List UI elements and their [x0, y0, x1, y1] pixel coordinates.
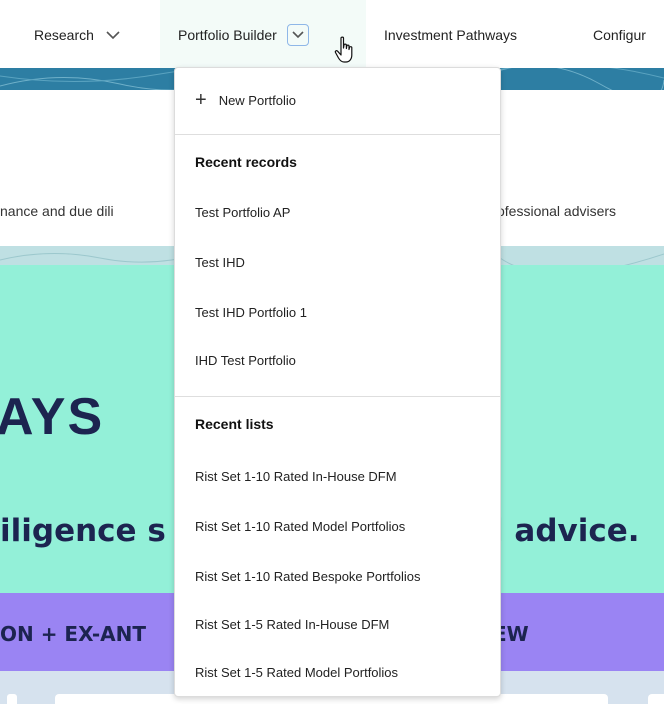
new-portfolio-label: New Portfolio: [218, 92, 296, 108]
recent-record-item[interactable]: Test IHD Portfolio 1: [175, 290, 500, 334]
hero-title: AYS: [0, 388, 105, 446]
menu-divider: [175, 134, 500, 135]
recent-list-item[interactable]: Rist Set 1-5 Rated Model Portfolios: [175, 650, 500, 694]
chevron-down-icon[interactable]: [286, 24, 309, 46]
recent-list-item[interactable]: Rist Set 1-10 Rated In-House DFM: [175, 454, 500, 498]
chevron-down-icon[interactable]: [106, 27, 120, 43]
portfolio-builder-dropdown: + New Portfolio Recent records Test Port…: [174, 67, 501, 697]
hand-pointer-cursor-icon: [334, 36, 356, 69]
intro-text-left: nance and due dili: [0, 203, 114, 219]
nav-investment-pathways-label: Investment Pathways: [384, 27, 518, 43]
recent-records-heading: Recent records: [195, 154, 297, 170]
recent-lists-heading: Recent lists: [195, 416, 274, 432]
nav-research-label: Research: [34, 27, 94, 43]
plus-icon: +: [195, 89, 207, 111]
new-portfolio-menu-item[interactable]: + New Portfolio: [175, 80, 500, 120]
menu-divider: [175, 396, 500, 397]
nav-research[interactable]: Research: [34, 0, 120, 70]
nav-portfolio-builder-label: Portfolio Builder: [178, 27, 277, 43]
recent-list-item[interactable]: Rist Set 1-5 Rated In-House DFM: [175, 602, 500, 646]
recent-list-item[interactable]: Rist Set 1-10 Rated Bespoke Portfolios: [175, 554, 500, 598]
recent-list-item[interactable]: Rist Set 1-10 Rated Model Portfolios: [175, 504, 500, 548]
nav-configure[interactable]: Configur: [593, 0, 646, 70]
card: [648, 694, 664, 704]
strip-text-left: ON + EX-ANT: [0, 622, 147, 646]
recent-record-item[interactable]: Test Portfolio AP: [175, 190, 500, 234]
nav-investment-pathways[interactable]: Investment Pathways: [384, 0, 517, 70]
hero-subtitle-left: iligence s: [0, 513, 166, 549]
intro-text-right: ofessional advisers: [497, 203, 617, 219]
hero-subtitle-right: l advice.: [493, 513, 640, 549]
card: [7, 694, 17, 704]
recent-record-item[interactable]: Test IHD: [175, 240, 500, 284]
recent-record-item[interactable]: IHD Test Portfolio: [175, 338, 500, 382]
top-navigation: Research Portfolio Builder Investment Pa…: [0, 0, 664, 70]
nav-configure-label: Configur: [593, 27, 646, 43]
